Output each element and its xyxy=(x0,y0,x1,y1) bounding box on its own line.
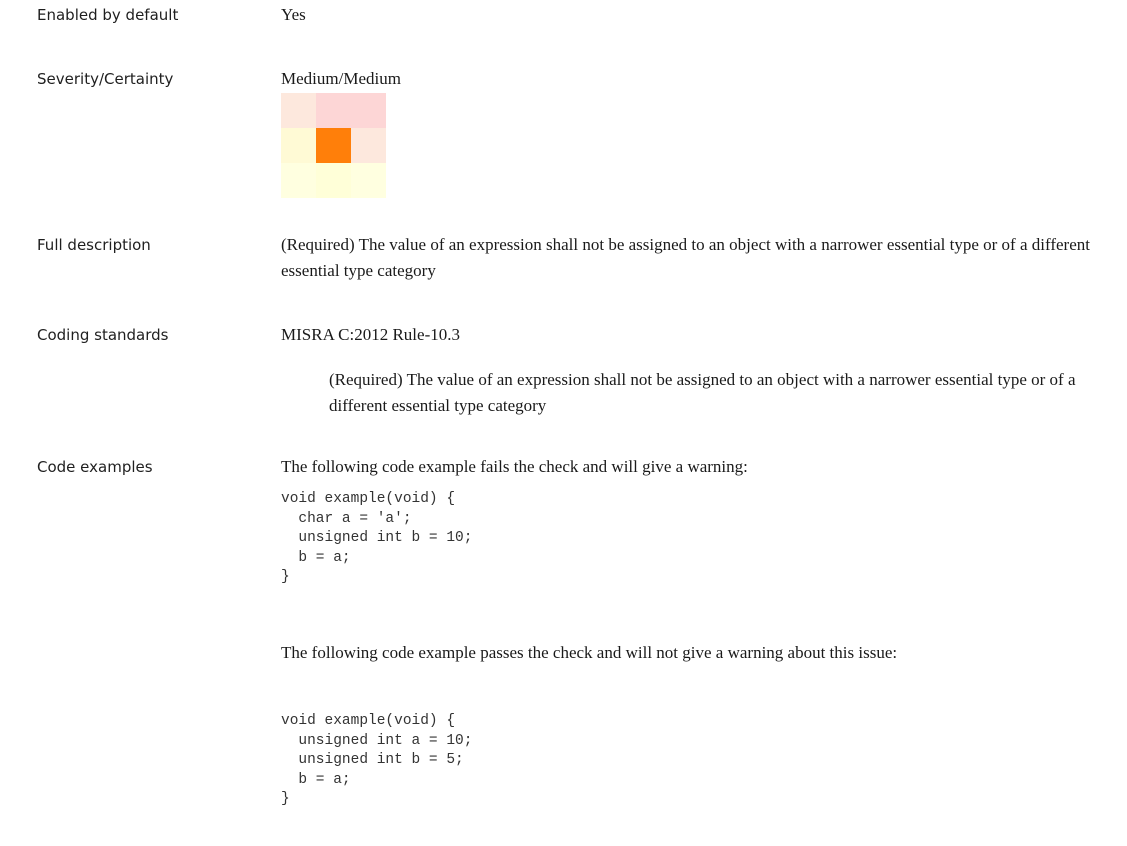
matrix-cell xyxy=(316,163,351,198)
matrix-cell xyxy=(316,93,351,128)
enabled-value: Yes xyxy=(281,5,306,24)
matrix-cell xyxy=(281,163,316,198)
severity-certainty-matrix xyxy=(281,93,386,198)
coding-standard-detail: (Required) The value of an expression sh… xyxy=(329,370,1076,415)
matrix-cell-selected xyxy=(316,128,351,163)
pass-example-intro: The following code example passes the ch… xyxy=(281,643,898,662)
fail-example-intro: The following code example fails the che… xyxy=(281,457,748,476)
severity-value: Medium/Medium xyxy=(281,69,401,88)
matrix-cell xyxy=(351,93,386,128)
full-description-label: Full description xyxy=(37,236,151,254)
coding-standards-label: Coding standards xyxy=(37,326,169,344)
matrix-cell xyxy=(351,163,386,198)
matrix-cell xyxy=(281,93,316,128)
pass-code-block: void example(void) { unsigned int a = 10… xyxy=(281,713,473,807)
code-examples-label: Code examples xyxy=(37,458,153,476)
fail-code-block: void example(void) { char a = 'a'; unsig… xyxy=(281,491,473,585)
full-description-text: (Required) The value of an expression sh… xyxy=(281,235,1090,280)
matrix-cell xyxy=(351,128,386,163)
enabled-label: Enabled by default xyxy=(37,6,179,24)
coding-standard-rule: MISRA C:2012 Rule-10.3 xyxy=(281,325,460,344)
matrix-cell xyxy=(281,128,316,163)
severity-label: Severity/Certainty xyxy=(37,70,174,88)
